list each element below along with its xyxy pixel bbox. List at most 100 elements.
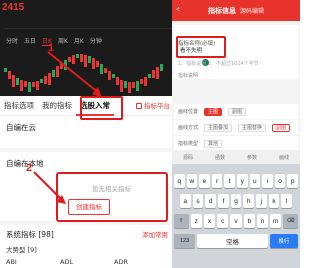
toolbar-item[interactable]: 参数 bbox=[247, 154, 257, 161]
option-pill[interactable]: 副图 bbox=[272, 123, 291, 132]
step-arrow-1 bbox=[47, 51, 102, 98]
keyboard-row: qwertyuiop bbox=[174, 174, 298, 188]
key-c[interactable]: c bbox=[217, 214, 229, 228]
tab-indicator-options[interactable]: 指标选项 bbox=[0, 96, 38, 116]
candle bbox=[148, 74, 151, 78]
add-common-link[interactable]: 添加常用 bbox=[142, 229, 168, 240]
cloud-section-title: 自编在云 bbox=[6, 123, 36, 132]
on-screen-keyboard: qwertyuiop asdfghjkl ⇧ z x c v b n m ⌫ 123 空格 换行 bbox=[172, 164, 300, 268]
key-x[interactable]: x bbox=[203, 214, 216, 228]
key-123[interactable]: 123 bbox=[174, 234, 196, 248]
keyboard-row: ⇧ z x c v b n m ⌫ bbox=[174, 214, 298, 228]
editor-toolbar: 源码 函数 参数 画线 bbox=[172, 150, 300, 164]
key-g[interactable]: g bbox=[230, 194, 242, 208]
shift-key-icon[interactable]: ⇧ bbox=[174, 214, 189, 228]
section-divider bbox=[0, 148, 172, 152]
key-u[interactable]: u bbox=[249, 174, 261, 188]
key-m[interactable]: m bbox=[270, 214, 282, 228]
grid-icon bbox=[136, 102, 142, 109]
candle bbox=[128, 82, 131, 93]
indicator-item[interactable]: ADL bbox=[60, 258, 114, 266]
candle bbox=[116, 77, 119, 85]
key-k[interactable]: k bbox=[268, 194, 280, 208]
option-pill[interactable]: 主图 bbox=[204, 107, 223, 116]
key-return[interactable]: 换行 bbox=[269, 234, 298, 248]
candle bbox=[160, 64, 163, 71]
backspace-key-icon[interactable]: ⌫ bbox=[283, 214, 298, 228]
form-row: 画线方式 主图叠加 主图替换 副图 bbox=[174, 120, 298, 135]
key-v[interactable]: v bbox=[230, 214, 242, 228]
stock-price: 2415 bbox=[2, 2, 25, 13]
option-pill[interactable]: 其他 bbox=[204, 139, 223, 148]
desc-label: 指标说明 bbox=[178, 73, 199, 79]
candle bbox=[132, 82, 135, 88]
key-s[interactable]: s bbox=[192, 194, 204, 208]
option-pill[interactable]: 主图叠加 bbox=[204, 123, 233, 132]
candle bbox=[140, 79, 143, 84]
key-w[interactable]: w bbox=[186, 174, 198, 188]
key-d[interactable]: d bbox=[205, 194, 217, 208]
period-tab[interactable]: 分钟 bbox=[90, 36, 102, 46]
candle bbox=[152, 70, 155, 78]
keyboard-row: 123 空格 换行 bbox=[174, 234, 298, 248]
highlight-box-name bbox=[176, 36, 226, 58]
key-t[interactable]: t bbox=[224, 174, 235, 188]
row-label: 指标类型 bbox=[178, 141, 199, 147]
candle bbox=[156, 67, 159, 79]
system-title: 系统指标 [98] bbox=[6, 230, 54, 239]
source-edit-link[interactable]: 源码编辑 bbox=[240, 6, 264, 15]
page-title: 指标信息 bbox=[207, 6, 236, 15]
key-o[interactable]: o bbox=[274, 174, 286, 188]
toolbar-item[interactable]: 源码 bbox=[183, 154, 193, 161]
desc-field[interactable]: 1、指标说明 2、不超过1024个字节 bbox=[178, 60, 259, 67]
period-tab[interactable]: 周K bbox=[58, 36, 68, 46]
name-card: 指标名称(必填) 看不失明 指标说明 bbox=[174, 25, 298, 79]
chevron-left-icon[interactable]: ‹ bbox=[176, 5, 180, 15]
key-p[interactable]: p bbox=[287, 174, 298, 188]
row-label: 画线方式 bbox=[178, 125, 199, 131]
key-z[interactable]: z bbox=[190, 214, 202, 228]
key-i[interactable]: i bbox=[262, 174, 273, 188]
candle bbox=[32, 82, 35, 87]
period-tab[interactable]: 五日 bbox=[24, 36, 36, 46]
candle bbox=[144, 77, 147, 86]
indicator-item[interactable]: ADR bbox=[114, 258, 168, 266]
candle bbox=[112, 74, 115, 78]
indicator-item[interactable]: ABI bbox=[6, 258, 60, 266]
period-tabs: 分时 五日 日K 周K 月K 分钟 bbox=[0, 36, 172, 46]
period-tab[interactable]: 分时 bbox=[6, 36, 18, 46]
indicator-info-header: ‹ 指标信息 源码编辑 bbox=[172, 0, 300, 21]
candle bbox=[20, 80, 23, 91]
period-tab[interactable]: 月K bbox=[74, 36, 84, 46]
candle bbox=[120, 80, 123, 92]
system-indicator-header: 系统指标 [98] 添加常用 bbox=[6, 229, 168, 240]
key-space[interactable]: 空格 bbox=[197, 234, 268, 248]
key-b[interactable]: b bbox=[243, 214, 255, 228]
candle bbox=[124, 81, 127, 88]
option-pill[interactable]: 主图替换 bbox=[238, 123, 267, 132]
stock-info-lines bbox=[4, 20, 172, 29]
candle bbox=[4, 68, 7, 72]
candle bbox=[28, 82, 31, 92]
highlight-box-create bbox=[56, 172, 168, 222]
key-j[interactable]: j bbox=[256, 194, 267, 208]
key-e[interactable]: e bbox=[199, 174, 210, 188]
toolbar-item[interactable]: 画线 bbox=[279, 154, 289, 161]
form-row: 画线位置 主图 副图 bbox=[174, 104, 298, 119]
key-a[interactable]: a bbox=[180, 194, 191, 208]
key-l[interactable]: l bbox=[281, 194, 293, 208]
option-pill[interactable]: 副图 bbox=[228, 107, 247, 116]
candle bbox=[136, 81, 139, 91]
indicator-row: ABI ADL ADR bbox=[6, 258, 168, 266]
local-section-title: 自编在本地 bbox=[6, 159, 44, 168]
key-y[interactable]: y bbox=[236, 174, 248, 188]
indicator-platform-link[interactable]: 指标平台 bbox=[132, 96, 172, 116]
key-f[interactable]: f bbox=[218, 194, 229, 208]
keyboard-row: asdfghjkl bbox=[174, 194, 298, 208]
key-r[interactable]: r bbox=[211, 174, 223, 188]
key-n[interactable]: n bbox=[256, 214, 269, 228]
candle bbox=[16, 78, 19, 85]
key-h[interactable]: h bbox=[243, 194, 255, 208]
key-q[interactable]: q bbox=[174, 174, 185, 188]
toolbar-item[interactable]: 函数 bbox=[215, 154, 225, 161]
